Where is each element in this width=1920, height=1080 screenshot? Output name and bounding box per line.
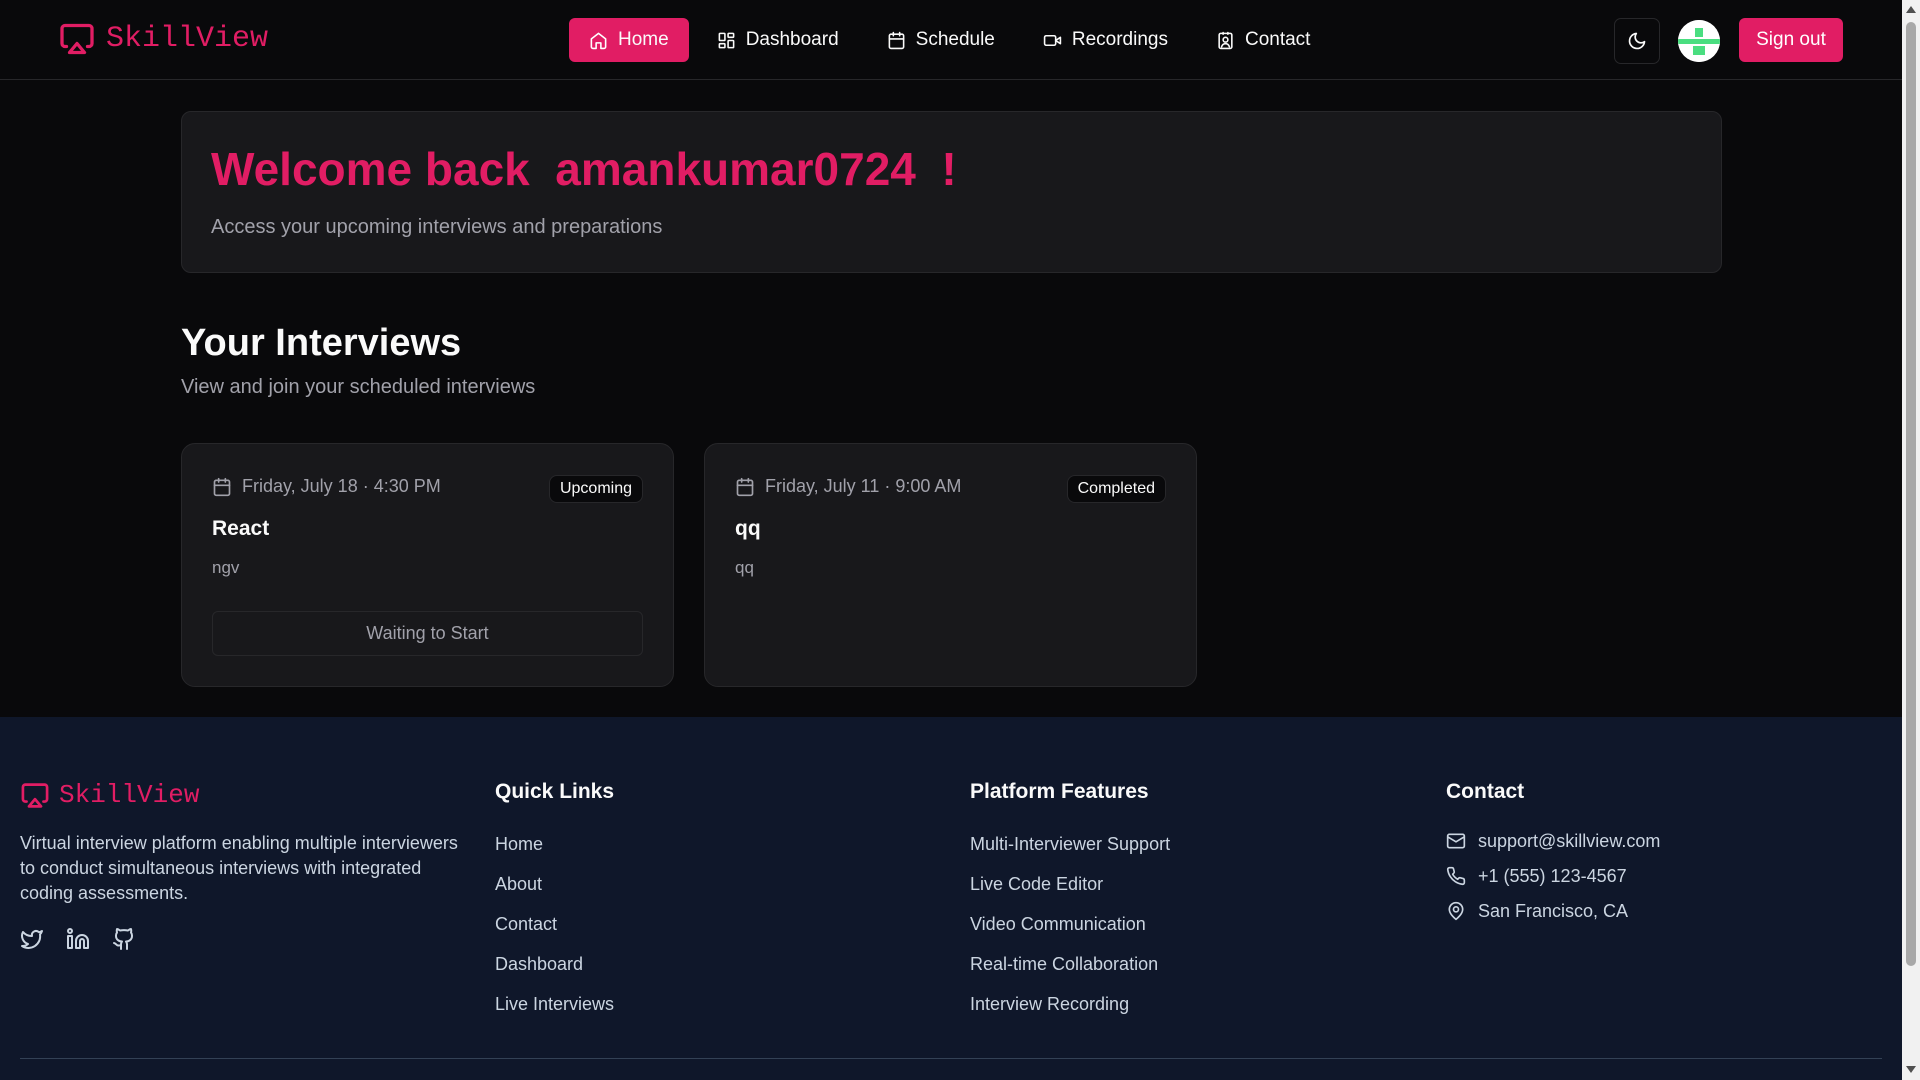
user-avatar[interactable]	[1678, 20, 1720, 62]
status-badge: Completed	[1066, 475, 1166, 503]
nav-recordings-label: Recordings	[1071, 29, 1168, 50]
scroll-down-arrow[interactable]	[1906, 1066, 1916, 1073]
linkedin-icon[interactable]	[66, 927, 90, 951]
feature-link-live-code-editor[interactable]: Live Code Editor	[970, 873, 1170, 895]
cast-icon	[60, 23, 94, 55]
scrollbar-thumb[interactable]	[1906, 22, 1916, 966]
waiting-to-start-button[interactable]: Waiting to Start	[212, 611, 643, 656]
footer-divider	[20, 1058, 1882, 1059]
interview-date: Friday, July 18 · 4:30 PM	[212, 476, 441, 497]
platform-features-list: Multi-Interviewer Support Live Code Edit…	[970, 833, 1170, 1015]
map-pin-icon	[1448, 901, 1464, 921]
interviews-heading: Your Interviews	[181, 322, 462, 364]
interview-title: qq	[735, 517, 761, 540]
contact-phone[interactable]: +1 (555) 123-4567	[1446, 865, 1660, 887]
cast-icon	[21, 782, 49, 808]
feature-link-multi-interviewer[interactable]: Multi-Interviewer Support	[970, 833, 1170, 855]
twitter-icon[interactable]	[20, 927, 44, 951]
contact-email[interactable]: support@skillview.com	[1446, 830, 1660, 852]
interview-title: React	[212, 517, 270, 540]
footer-link-about[interactable]: About	[495, 873, 614, 895]
nav-contact-label: Contact	[1244, 29, 1311, 50]
phone-icon	[1446, 866, 1466, 886]
nav-dashboard-label: Dashboard	[745, 29, 839, 50]
social-links	[20, 927, 136, 951]
welcome-subtitle: Access your upcoming interviews and prep…	[211, 216, 663, 238]
interview-card: Friday, July 11 · 9:00 AM Completed qq q…	[704, 443, 1197, 687]
interview-date-text: Friday, July 18 · 4:30 PM	[242, 476, 441, 496]
interview-description: qq	[735, 558, 754, 577]
brand-logo[interactable]: SkillView	[58, 21, 268, 57]
interviews-subheading: View and join your scheduled interviews	[181, 376, 536, 398]
footer-link-dashboard[interactable]: Dashboard	[495, 953, 614, 975]
feature-link-realtime-collaboration[interactable]: Real-time Collaboration	[970, 953, 1170, 975]
feature-link-interview-recording[interactable]: Interview Recording	[970, 993, 1170, 1015]
welcome-panel: Welcome back amankumar0724 ! Access your…	[181, 111, 1722, 273]
quick-links-list: Home About Contact Dashboard Live Interv…	[495, 833, 614, 1015]
video-icon	[1043, 34, 1062, 46]
vertical-scrollbar[interactable]	[1902, 0, 1920, 1080]
calendar-icon	[213, 477, 231, 496]
main-nav: Home Dashboard Schedule Recordings Conta…	[569, 18, 1330, 62]
calendar-icon	[888, 31, 905, 49]
footer-description: Virtual interview platform enabling mult…	[20, 833, 458, 903]
scroll-up-arrow[interactable]	[1906, 6, 1916, 13]
home-icon	[590, 32, 607, 49]
contact-location-text: San Francisco, CA	[1478, 900, 1629, 921]
calendar-icon	[736, 477, 754, 496]
contact-phone-text: +1 (555) 123-4567	[1478, 865, 1627, 886]
footer-link-live-interviews[interactable]: Live Interviews	[495, 993, 614, 1015]
avatar-image	[1678, 20, 1720, 62]
welcome-title: Welcome back amankumar0724 !	[211, 143, 957, 195]
moon-icon	[1628, 32, 1646, 50]
theme-toggle-button[interactable]	[1614, 18, 1660, 64]
contact-location: San Francisco, CA	[1446, 900, 1660, 922]
interview-description: ngv	[212, 558, 240, 577]
brand-name: SkillView	[106, 22, 269, 56]
interview-date: Friday, July 11 · 9:00 AM	[735, 476, 961, 497]
nav-home[interactable]: Home	[569, 18, 689, 62]
platform-features-title: Platform Features	[970, 780, 1149, 803]
footer-brand-name: SkillView	[59, 780, 200, 810]
contact-icon	[1218, 31, 1233, 49]
interview-card: Friday, July 18 · 4:30 PM Upcoming React…	[181, 443, 674, 687]
top-navbar: SkillView Home Dashboard Schedule Record…	[0, 0, 1902, 80]
page: SkillView Home Dashboard Schedule Record…	[0, 0, 1902, 1080]
nav-schedule[interactable]: Schedule	[867, 18, 1015, 62]
quick-links-title: Quick Links	[495, 780, 615, 803]
status-badge: Upcoming	[548, 475, 643, 503]
contact-email-text: support@skillview.com	[1478, 830, 1661, 851]
sign-out-button[interactable]: Sign out	[1739, 18, 1843, 62]
contact-title: Contact	[1446, 780, 1525, 803]
nav-schedule-label: Schedule	[915, 29, 995, 50]
nav-home-label: Home	[618, 29, 669, 50]
interview-date-text: Friday, July 11 · 9:00 AM	[765, 476, 962, 496]
footer-link-home[interactable]: Home	[495, 833, 614, 855]
footer-brand-logo[interactable]: SkillView	[20, 780, 199, 810]
nav-contact[interactable]: Contact	[1196, 18, 1330, 62]
nav-recordings[interactable]: Recordings	[1023, 18, 1188, 62]
contact-list: support@skillview.com +1 (555) 123-4567 …	[1446, 830, 1660, 922]
feature-link-video-communication[interactable]: Video Communication	[970, 913, 1170, 935]
mail-icon	[1446, 833, 1466, 849]
nav-dashboard[interactable]: Dashboard	[697, 18, 859, 62]
site-footer: SkillView Virtual interview platform ena…	[0, 717, 1902, 1080]
dashboard-icon	[718, 32, 735, 48]
github-icon[interactable]	[112, 927, 136, 951]
footer-link-contact[interactable]: Contact	[495, 913, 614, 935]
